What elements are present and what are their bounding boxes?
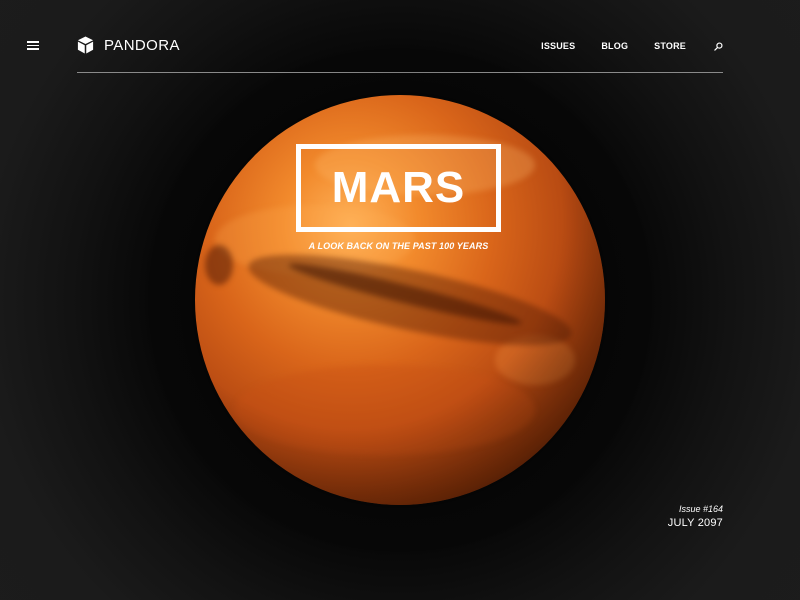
issue-date: JULY 2097 xyxy=(667,517,723,529)
brand-name: PANDORA xyxy=(104,36,180,54)
menu-line xyxy=(27,44,39,47)
menu-line xyxy=(27,41,39,43)
main-nav: ISSUES BLOG STORE xyxy=(515,41,723,51)
hamburger-menu-icon[interactable] xyxy=(27,40,39,50)
cover-subtitle: A LOOK BACK ON THE PAST 100 YEARS xyxy=(308,241,489,251)
menu-line xyxy=(27,48,39,50)
header-divider xyxy=(77,72,723,73)
magazine-cover-page: PANDORA ISSUES BLOG STORE MARS A LOOK BA… xyxy=(0,0,800,600)
nav-item-issues[interactable]: ISSUES xyxy=(541,41,575,51)
issue-number: Issue #164 xyxy=(678,504,723,514)
cover-title: MARS xyxy=(331,163,466,212)
brand-link[interactable]: PANDORA xyxy=(76,34,180,56)
nav-item-store[interactable]: STORE xyxy=(654,41,686,51)
cover-title-box: MARS xyxy=(296,144,501,232)
cube-logo-icon xyxy=(77,36,94,54)
search-icon[interactable] xyxy=(714,41,723,51)
nav-item-blog[interactable]: BLOG xyxy=(601,41,628,51)
